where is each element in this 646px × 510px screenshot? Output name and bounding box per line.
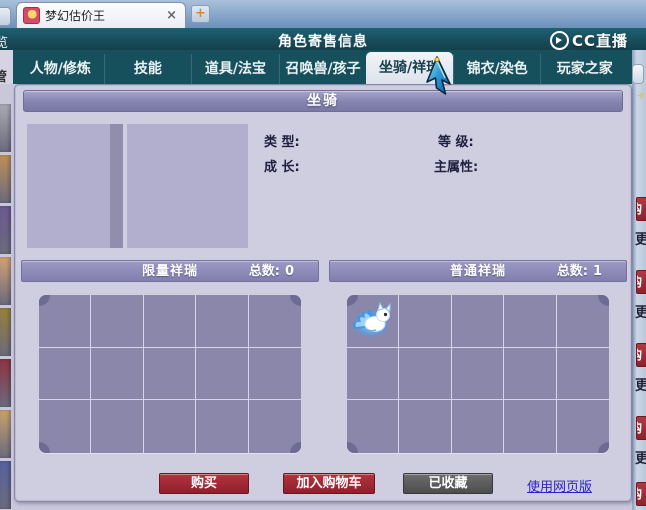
clipped-more-link[interactable]: 更 xyxy=(635,303,646,323)
item-slot[interactable] xyxy=(504,295,557,348)
left-avatar-strip xyxy=(0,84,11,510)
item-slot[interactable] xyxy=(196,295,249,348)
placeholder-divider xyxy=(110,124,123,248)
section-limited-header: 限量祥瑞 总数: 0 xyxy=(21,260,319,282)
tab-1[interactable]: 技能 xyxy=(103,54,192,84)
normal-grid xyxy=(347,295,609,453)
section-normal-count: 总数: 1 xyxy=(556,264,602,279)
clipped-more-link[interactable]: 更 xyxy=(635,230,646,250)
field-growth-label: 成 长: xyxy=(264,160,300,175)
buy-button[interactable]: 购买 xyxy=(159,473,249,494)
clipped-more-link[interactable]: 更 xyxy=(635,449,646,469)
right-more-column: 购更购更购更购更购更 xyxy=(634,28,646,510)
item-slot[interactable] xyxy=(504,347,557,401)
cc-live-logo[interactable]: CC直播 xyxy=(549,30,628,51)
clipped-more-link[interactable]: 更 xyxy=(635,376,646,396)
item-slot[interactable] xyxy=(248,348,301,401)
tab-2[interactable]: 道具/法宝 xyxy=(191,54,279,84)
item-slot[interactable] xyxy=(196,347,249,401)
item-slot[interactable] xyxy=(91,295,144,348)
clipped-avatar[interactable] xyxy=(0,410,11,458)
page-header: 览 角色寄售信息 CC直播 xyxy=(0,28,646,51)
panel-title: 坐骑 xyxy=(23,90,623,112)
item-slot[interactable] xyxy=(399,295,452,348)
tab-3[interactable]: 召唤兽/孩子 xyxy=(278,54,367,84)
section-limited: 限量祥瑞 总数: 0 xyxy=(21,260,319,453)
browser-tab[interactable]: 梦幻估价王 × xyxy=(16,2,186,28)
item-slot[interactable] xyxy=(451,295,505,348)
mount-image-placeholder-1 xyxy=(27,124,110,248)
clipped-avatar[interactable] xyxy=(0,206,11,254)
section-normal-header: 普通祥瑞 总数: 1 xyxy=(329,260,627,282)
page-curl-decoration xyxy=(606,476,629,499)
item-slot[interactable] xyxy=(39,295,92,348)
item-slot[interactable] xyxy=(196,400,249,453)
tab-5[interactable]: 锦衣/染色 xyxy=(452,54,541,84)
clipped-buy-button[interactable]: 购 xyxy=(636,482,646,506)
tab-0[interactable]: 人物/修炼 xyxy=(17,54,104,84)
clipped-avatar[interactable] xyxy=(0,308,11,356)
browser-tab-title: 梦幻估价王 xyxy=(45,9,106,23)
clipped-buy-button[interactable]: 购 xyxy=(636,197,646,221)
item-slot[interactable] xyxy=(39,347,92,401)
mount-panel: 坐骑 类 型: 等 级: 成 长: 主属性: 限量祥瑞 总数: 0 普通祥瑞 总… xyxy=(14,84,632,502)
item-slot[interactable] xyxy=(399,400,452,453)
item-slot[interactable] xyxy=(347,295,400,348)
web-version-link[interactable]: 使用网页版 xyxy=(527,476,592,495)
game-window: 览 角色寄售信息 CC直播 管 人物/修炼 技能 道具/法宝 召唤兽/孩子 坐骑/祥瑞锦… xyxy=(0,28,646,510)
item-slot[interactable] xyxy=(556,348,609,401)
field-type-label: 类 型: xyxy=(264,135,300,150)
clipped-buy-button[interactable]: 购 xyxy=(636,343,646,367)
cc-logo-icon xyxy=(549,31,569,50)
clipped-avatar[interactable] xyxy=(0,155,11,203)
clipped-avatar[interactable] xyxy=(0,257,11,305)
item-slot[interactable] xyxy=(91,400,144,453)
tab-scroll-stub[interactable] xyxy=(0,7,11,26)
item-slot[interactable] xyxy=(347,347,400,401)
browser-tab-bar: 梦幻估价王 × + xyxy=(0,0,646,29)
tabrow-left-edge: 管 xyxy=(0,50,13,84)
item-slot[interactable] xyxy=(504,400,557,453)
game-cursor-icon xyxy=(426,56,451,95)
clipped-buy-button[interactable]: 购 xyxy=(636,270,646,294)
item-slot[interactable] xyxy=(451,347,505,401)
item-slot[interactable] xyxy=(144,400,197,453)
clipped-avatar[interactable] xyxy=(0,104,11,152)
section-normal: 普通祥瑞 总数: 1 xyxy=(329,260,627,453)
tab-close-icon[interactable]: × xyxy=(164,8,179,23)
clipped-avatar[interactable] xyxy=(0,359,11,407)
favorited-button[interactable]: 已收藏 xyxy=(403,473,493,494)
item-slot[interactable] xyxy=(143,347,197,401)
item-slot[interactable] xyxy=(143,295,197,348)
item-slot[interactable] xyxy=(399,347,452,401)
field-mainattr-label: 主属性: xyxy=(434,160,479,175)
game-tabs: 人物/修炼 技能 道具/法宝 召唤兽/孩子 坐骑/祥瑞 锦衣/染色 玩家之家 xyxy=(13,50,632,84)
screenshot-root: 梦幻估价王 × + 览 角色寄售信息 CC直播 管 人物/修炼 技能 道具/法宝 召唤… xyxy=(0,0,646,510)
field-level-label: 等 级: xyxy=(438,135,474,150)
tab-6[interactable]: 玩家之家 xyxy=(540,54,628,84)
item-slot[interactable] xyxy=(91,347,144,401)
site-favicon-icon xyxy=(23,7,40,24)
clipped-avatar[interactable] xyxy=(0,461,11,509)
section-limited-count: 总数: 0 xyxy=(248,264,294,279)
mount-image-placeholder-2 xyxy=(127,124,248,248)
new-tab-button[interactable]: + xyxy=(191,5,210,23)
auspicious-pet-icon[interactable] xyxy=(350,298,395,343)
clipped-left-text-2: 管 xyxy=(0,70,8,84)
add-to-cart-button[interactable]: 加入购物车 xyxy=(283,473,375,494)
clipped-buy-button[interactable]: 购 xyxy=(636,416,646,440)
limited-grid xyxy=(39,295,301,453)
item-slot[interactable] xyxy=(452,400,505,453)
